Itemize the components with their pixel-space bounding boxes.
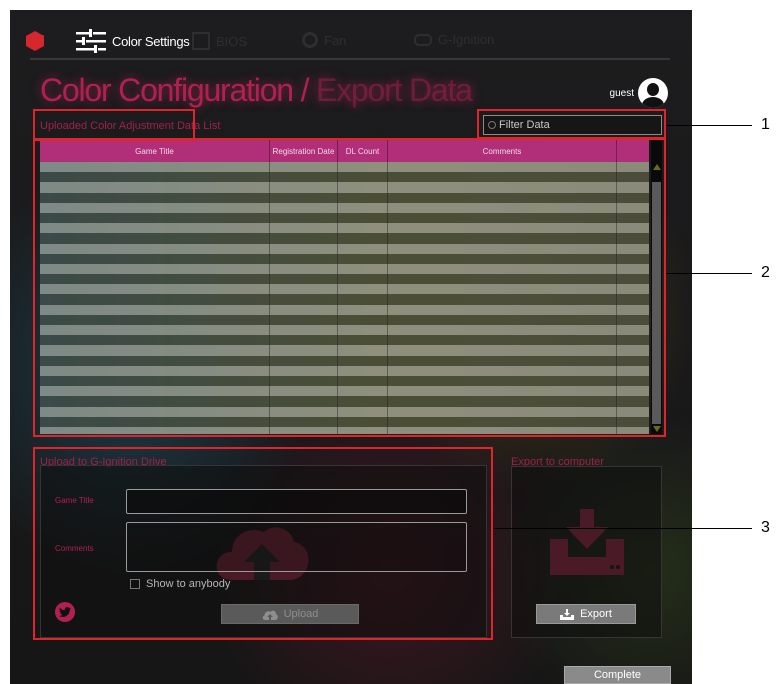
user-account[interactable]: guest <box>610 78 668 108</box>
callout-box-list-title <box>33 109 195 141</box>
callout-number-1: 1 <box>761 116 770 133</box>
nav-tab-g-ignition[interactable]: G-Ignition <box>414 32 494 47</box>
callout-number-2: 2 <box>761 264 770 281</box>
fan-icon <box>302 32 318 48</box>
export-button[interactable]: Export <box>536 604 636 624</box>
user-name: guest <box>609 87 634 99</box>
nav-tab-label: Color Settings <box>112 33 190 49</box>
nav-tab-label: G-Ignition <box>438 32 495 47</box>
sliders-icon <box>76 29 106 53</box>
callout-leader-2 <box>666 273 752 274</box>
g-logo-icon <box>26 31 44 51</box>
nav-tab-label: Fan <box>324 32 347 48</box>
avatar-icon <box>638 78 668 108</box>
download-icon <box>560 608 575 620</box>
callout-box-table <box>33 138 666 437</box>
page-title-main: Color Configuration / <box>40 72 316 108</box>
page-title-sub: Export Data <box>315 72 473 108</box>
callout-number-3: 3 <box>761 519 770 536</box>
complete-button[interactable]: Complete <box>564 666 671 684</box>
gamepad-icon <box>414 33 432 46</box>
callout-leader-3 <box>493 528 752 529</box>
page-title: Color Configuration / Export Data <box>40 72 473 109</box>
callout-box-filter <box>477 109 666 139</box>
export-button-label: Export <box>580 608 612 620</box>
export-panel: Export <box>511 466 662 638</box>
nav-tab-fan[interactable]: Fan <box>302 32 346 48</box>
callout-leader-1 <box>666 125 752 126</box>
nav-tab-label: BIOS <box>216 33 248 49</box>
download-tray-icon <box>550 509 624 575</box>
callout-box-upload <box>33 447 493 640</box>
nav-tab-bios[interactable]: BIOS <box>192 32 247 50</box>
nav-divider <box>30 58 670 60</box>
chip-icon <box>192 32 210 50</box>
nav-tab-color-settings[interactable]: Color Settings <box>76 28 190 54</box>
